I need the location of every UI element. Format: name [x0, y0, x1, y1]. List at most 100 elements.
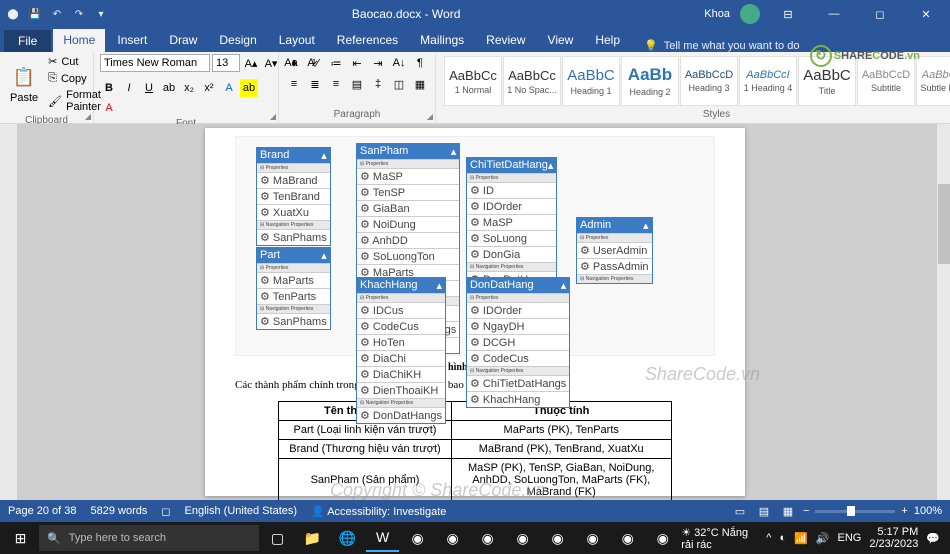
undo-icon[interactable]: ↶: [50, 7, 64, 21]
app-explorer[interactable]: 📁: [296, 524, 329, 552]
language-indicator[interactable]: English (United States): [185, 505, 298, 518]
weather-widget[interactable]: ☀ 32°C Nắng rải rác: [681, 526, 758, 551]
strike-button[interactable]: ab: [160, 79, 178, 97]
minimize-icon[interactable]: —: [816, 0, 852, 28]
close-icon[interactable]: ✕: [908, 0, 944, 28]
paragraph-launcher[interactable]: ◢: [427, 112, 433, 121]
page-indicator[interactable]: Page 20 of 38: [8, 505, 77, 518]
show-marks-button[interactable]: ¶: [411, 54, 429, 72]
redo-icon[interactable]: ↷: [72, 7, 86, 21]
scroll-thumb[interactable]: [938, 184, 950, 264]
font-size-select[interactable]: [212, 54, 240, 72]
tray-volume-icon[interactable]: 🔊: [816, 532, 830, 545]
maximize-icon[interactable]: ◻: [862, 0, 898, 28]
style-item[interactable]: AaBbCcDSubtitle: [857, 56, 915, 106]
grow-font-button[interactable]: A▴: [242, 54, 260, 72]
font-color-button[interactable]: A: [100, 99, 118, 117]
clipboard-launcher[interactable]: ◢: [85, 112, 91, 121]
highlight-button[interactable]: ab: [240, 79, 258, 97]
style-item[interactable]: AaBbCTitle: [798, 56, 856, 106]
ribbon-opts-icon[interactable]: ⊟: [770, 0, 806, 28]
multilevel-button[interactable]: ≔: [327, 54, 345, 72]
tab-mailings[interactable]: Mailings: [410, 29, 474, 52]
shrink-font-button[interactable]: A▾: [262, 54, 280, 72]
tab-help[interactable]: Help: [585, 29, 630, 52]
start-button[interactable]: ⊞: [4, 524, 37, 552]
tab-view[interactable]: View: [538, 29, 584, 52]
superscript-button[interactable]: x²: [200, 79, 218, 97]
font-name-select[interactable]: [100, 54, 210, 72]
tab-review[interactable]: Review: [476, 29, 535, 52]
zoom-in-button[interactable]: +: [901, 505, 907, 517]
bullets-button[interactable]: ⬧: [285, 54, 303, 72]
word-count[interactable]: 5829 words: [91, 505, 148, 518]
italic-button[interactable]: I: [120, 79, 138, 97]
qat-more-icon[interactable]: ▾: [94, 7, 108, 21]
save-icon[interactable]: 💾: [28, 7, 42, 21]
vertical-scrollbar[interactable]: [936, 124, 950, 500]
style-item[interactable]: AaBbCc1 No Spac...: [503, 56, 561, 106]
zoom-slider[interactable]: [815, 510, 895, 513]
app-item[interactable]: ◉: [506, 524, 539, 552]
clock[interactable]: 5:17 PM2/23/2023: [869, 526, 918, 550]
user-name[interactable]: Khoa: [704, 8, 730, 20]
paste-button[interactable]: 📋Paste: [6, 62, 42, 106]
subscript-button[interactable]: x₂: [180, 79, 198, 97]
taskbar-search[interactable]: 🔍Type here to search: [39, 525, 259, 551]
sort-button[interactable]: A↓: [390, 54, 408, 72]
group-styles-label: Styles: [442, 108, 950, 121]
autosave-toggle[interactable]: ⬤: [6, 7, 20, 21]
indent-dec-button[interactable]: ⇤: [348, 54, 366, 72]
style-item[interactable]: AaBbCc1 Normal: [444, 56, 502, 106]
shading-button[interactable]: ◫: [390, 75, 408, 93]
styles-gallery[interactable]: AaBbCc1 NormalAaBbCc1 No Spac...AaBbCHea…: [442, 54, 950, 108]
tab-file[interactable]: File: [4, 30, 51, 52]
app-item[interactable]: ◉: [401, 524, 434, 552]
proofing-icon[interactable]: ◻: [161, 505, 170, 518]
style-item[interactable]: AaBbCcI1 Heading 4: [739, 56, 797, 106]
page[interactable]: Brand▴⊟ Properties⚙ MaBrand⚙ TenBrand⚙ X…: [205, 128, 745, 496]
zoom-out-button[interactable]: −: [803, 505, 809, 517]
align-right-button[interactable]: ≡: [327, 75, 345, 93]
tab-draw[interactable]: Draw: [159, 29, 207, 52]
font-launcher[interactable]: ◢: [270, 112, 276, 121]
weather-icon: ☀: [681, 527, 691, 539]
accessibility-indicator[interactable]: 👤 Accessibility: Investigate: [311, 505, 446, 518]
task-view-button[interactable]: ▢: [261, 524, 294, 552]
app-item[interactable]: ◉: [471, 524, 504, 552]
numbering-button[interactable]: ⅟: [306, 54, 324, 72]
borders-button[interactable]: ▦: [411, 75, 429, 93]
align-left-button[interactable]: ≡: [285, 75, 303, 93]
text-effects-button[interactable]: A: [220, 79, 238, 97]
user-avatar[interactable]: [740, 4, 760, 24]
tab-home[interactable]: Home: [53, 29, 105, 52]
print-layout-button[interactable]: ▤: [755, 502, 773, 520]
web-layout-button[interactable]: ▦: [779, 502, 797, 520]
app-item[interactable]: ◉: [576, 524, 609, 552]
tab-design[interactable]: Design: [209, 29, 266, 52]
zoom-level[interactable]: 100%: [914, 505, 942, 517]
style-item[interactable]: AaBbCcDHeading 3: [680, 56, 738, 106]
app-word[interactable]: W: [366, 524, 399, 552]
tab-layout[interactable]: Layout: [269, 29, 325, 52]
style-item[interactable]: AaBbHeading 2: [621, 56, 679, 106]
tab-references[interactable]: References: [327, 29, 408, 52]
underline-button[interactable]: U: [140, 79, 158, 97]
tell-me-search[interactable]: 💡Tell me what you want to do: [644, 39, 799, 52]
app-item[interactable]: ◉: [646, 524, 679, 552]
align-center-button[interactable]: ≣: [306, 75, 324, 93]
style-item[interactable]: AaBbCHeading 1: [562, 56, 620, 106]
bold-button[interactable]: B: [100, 79, 118, 97]
read-mode-button[interactable]: ▭: [731, 502, 749, 520]
tab-insert[interactable]: Insert: [107, 29, 157, 52]
indent-inc-button[interactable]: ⇥: [369, 54, 387, 72]
line-spacing-button[interactable]: ‡: [369, 75, 387, 93]
style-item[interactable]: AaBbCcLSubtle Em...: [916, 56, 950, 106]
app-item[interactable]: ◉: [436, 524, 469, 552]
justify-button[interactable]: ▤: [348, 75, 366, 93]
tray-wifi-icon[interactable]: 📶: [794, 532, 808, 545]
app-item[interactable]: ◉: [541, 524, 574, 552]
notifications-icon[interactable]: 💬: [926, 532, 940, 545]
app-edge[interactable]: 🌐: [331, 524, 364, 552]
app-item[interactable]: ◉: [611, 524, 644, 552]
